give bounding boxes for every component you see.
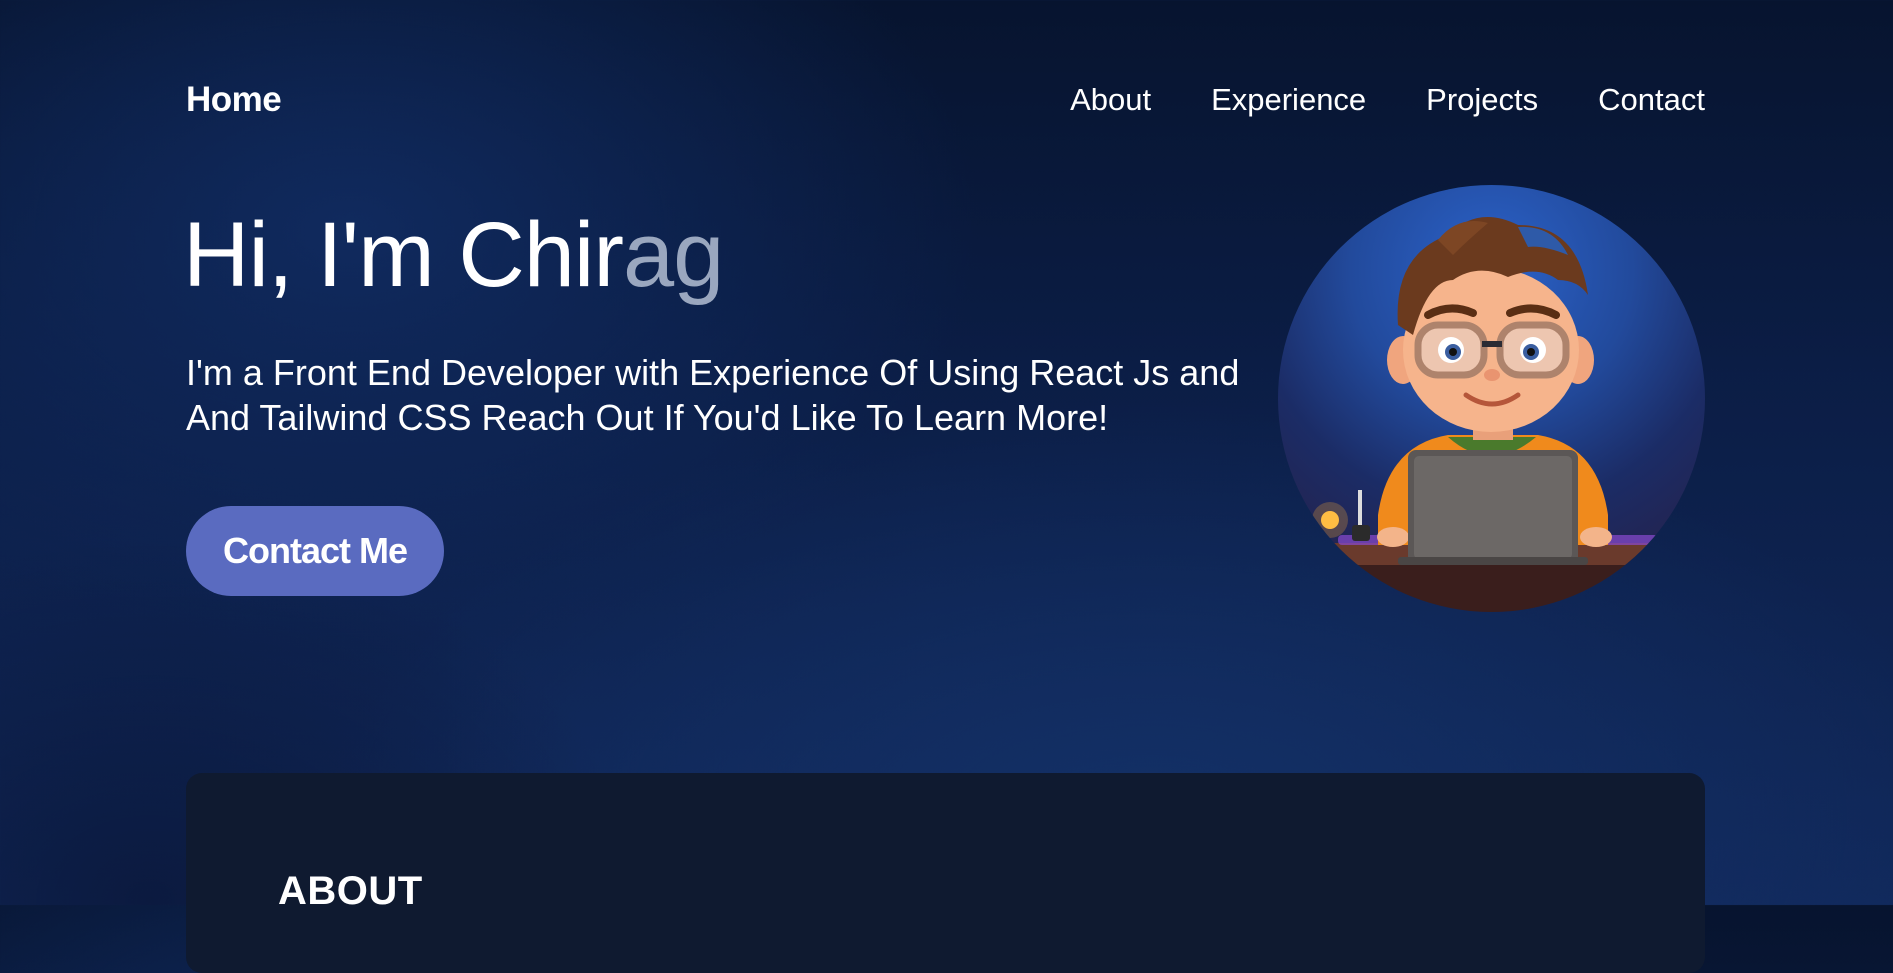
nav-link-projects[interactable]: Projects: [1426, 82, 1538, 118]
hero-heading-main: Hi, I'm Chir: [183, 204, 624, 306]
about-section-title: ABOUT: [278, 869, 423, 913]
hero-heading: Hi, I'm Chirag: [183, 200, 724, 310]
top-navigation: Home About Experience Projects Contact: [186, 78, 1705, 122]
hero-description: I'm a Front End Developer with Experienc…: [186, 350, 1286, 440]
hero-description-line-2: And Tailwind CSS Reach Out If You'd Like…: [186, 397, 1109, 438]
nav-link-experience[interactable]: Experience: [1211, 82, 1366, 118]
about-section-card: ABOUT: [186, 773, 1705, 973]
nav-link-about[interactable]: About: [1070, 82, 1151, 118]
hero-description-line-1: I'm a Front End Developer with Experienc…: [186, 352, 1240, 393]
developer-avatar-icon: [1278, 185, 1705, 612]
nav-link-contact[interactable]: Contact: [1598, 82, 1705, 118]
nav-home-link[interactable]: Home: [186, 80, 282, 120]
nav-links: About Experience Projects Contact: [1070, 82, 1705, 118]
hero-heading-faded: ag: [623, 204, 724, 306]
contact-me-button[interactable]: Contact Me: [186, 506, 444, 596]
